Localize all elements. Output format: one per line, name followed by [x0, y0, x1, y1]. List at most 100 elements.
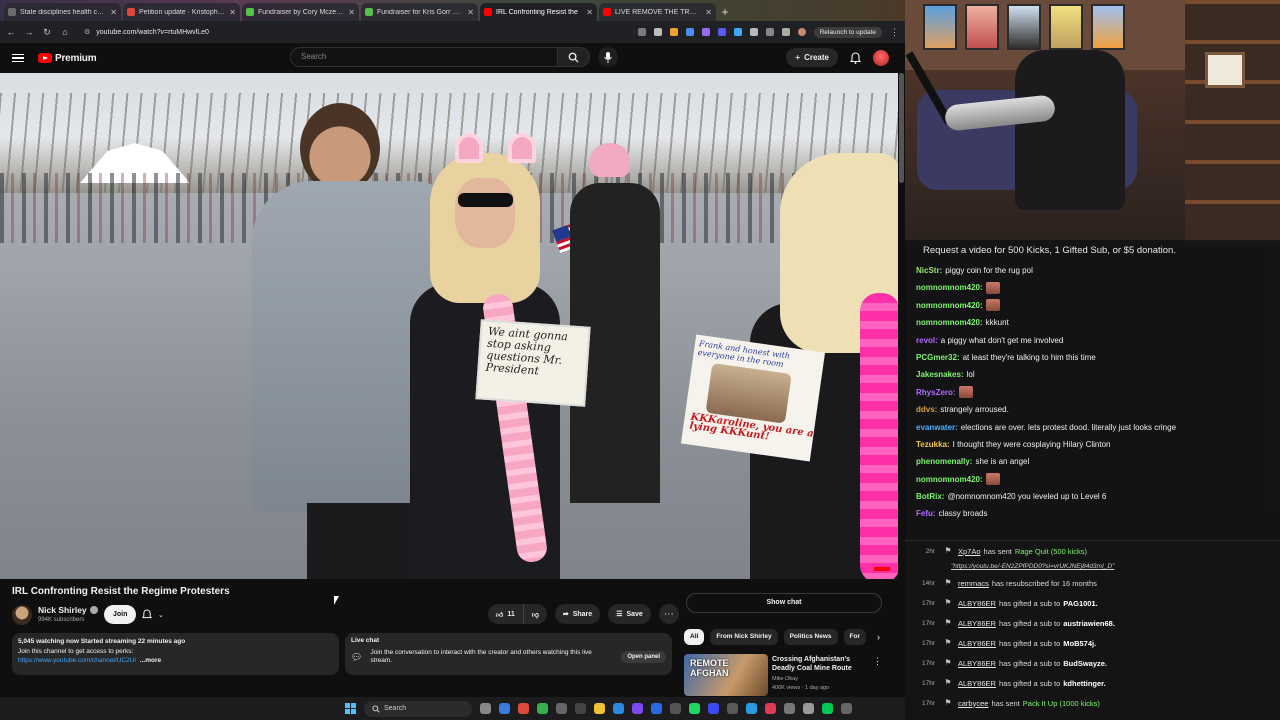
event-link[interactable]: "https://youtu.be/-EN2ZPfPDD0?si=vrUKJNE…: [913, 561, 1280, 573]
chat-username[interactable]: nomnomnom420:: [916, 314, 983, 331]
account-avatar[interactable]: [873, 49, 889, 66]
join-button[interactable]: Join: [104, 605, 137, 624]
app-icon[interactable]: [556, 703, 567, 714]
app-icon[interactable]: [746, 703, 757, 714]
open-panel-button[interactable]: Open panel: [621, 651, 666, 663]
bookmark-star-icon[interactable]: [653, 28, 662, 36]
channel-name[interactable]: Nick Shirley: [38, 605, 87, 615]
event-username[interactable]: carbycee: [958, 699, 988, 708]
notifications-bell-icon[interactable]: [850, 51, 861, 64]
search-input[interactable]: Search: [290, 47, 558, 67]
app-icon[interactable]: [727, 703, 738, 714]
event-username[interactable]: Xp7Ao: [958, 547, 981, 556]
close-tab-icon[interactable]: ✕: [705, 8, 712, 17]
chat-username[interactable]: nomnomnom420:: [916, 471, 983, 488]
chat-username[interactable]: Jakesnakes:: [916, 366, 964, 383]
close-tab-icon[interactable]: ✕: [348, 8, 355, 17]
event-username[interactable]: ALBY86ER: [958, 679, 996, 688]
youtube-logo[interactable]: Premium: [38, 53, 97, 64]
chrome-icon[interactable]: [518, 703, 529, 714]
downloads-icon[interactable]: [781, 28, 790, 36]
browser-tab[interactable]: Fundraiser by Cory Mczenna : ✕: [242, 3, 359, 21]
event-username[interactable]: ALBY86ER: [958, 659, 996, 668]
close-tab-icon[interactable]: ✕: [110, 8, 117, 17]
kebab-menu-icon[interactable]: ⋮: [873, 656, 882, 667]
app-icon[interactable]: [803, 703, 814, 714]
chat-username[interactable]: NicStr:: [916, 262, 942, 279]
chat-username[interactable]: BotRix:: [916, 488, 944, 505]
show-more-button[interactable]: ...more: [140, 657, 161, 664]
event-username[interactable]: ALBY86ER: [958, 599, 996, 608]
close-tab-icon[interactable]: ✕: [586, 8, 593, 17]
app-icon[interactable]: [765, 703, 776, 714]
extension-icon[interactable]: [669, 28, 678, 36]
filter-chip[interactable]: Politics News: [783, 629, 838, 645]
chat-username[interactable]: phenomenally:: [916, 453, 972, 470]
close-tab-icon[interactable]: ✕: [229, 8, 236, 17]
event-target[interactable]: BudSwayze.: [1063, 659, 1107, 668]
cast-icon[interactable]: [637, 28, 646, 36]
filter-chip[interactable]: From Nick Shirley: [710, 629, 778, 645]
recommended-channel[interactable]: Mike Okay: [772, 676, 798, 682]
browser-tab[interactable]: IRL Confronting Resist the ✕: [480, 3, 597, 21]
browser-tab[interactable]: State disciplines health care pr ✕: [4, 3, 121, 21]
reload-icon[interactable]: ↻: [42, 27, 52, 38]
edge-icon[interactable]: [499, 703, 510, 714]
extension-icon[interactable]: [701, 28, 710, 36]
share-button[interactable]: ➦ Share: [554, 604, 601, 624]
chat-username[interactable]: nomnomnom420:: [916, 279, 983, 296]
search-button[interactable]: [558, 47, 590, 67]
event-target[interactable]: MoB574j.: [1063, 639, 1096, 648]
chat-username[interactable]: PCGmer32:: [916, 349, 960, 366]
spotify-icon[interactable]: [689, 703, 700, 714]
app-icon[interactable]: [708, 703, 719, 714]
save-button[interactable]: ☰ Save: [608, 604, 651, 624]
profile-avatar[interactable]: [797, 28, 806, 36]
chat-username[interactable]: Fefu:: [916, 505, 936, 522]
forward-icon[interactable]: →: [24, 27, 34, 37]
close-tab-icon[interactable]: ✕: [467, 8, 474, 17]
filter-chip[interactable]: For: [843, 629, 866, 645]
description-box[interactable]: 5,045 watching now Started streaming 22 …: [12, 633, 339, 675]
site-info-icon[interactable]: ⚙: [84, 28, 90, 36]
back-icon[interactable]: ←: [6, 27, 16, 37]
extension-icon[interactable]: [733, 28, 742, 36]
app-icon[interactable]: [841, 703, 852, 714]
windows-start-icon[interactable]: [345, 703, 356, 714]
recommended-video[interactable]: REMOTE AFGHAN Crossing Afghanistan's Dea…: [684, 654, 884, 696]
home-icon[interactable]: ⌂: [60, 27, 70, 37]
browser-tab[interactable]: Fundraiser for Kris Gorr by Kel ✕: [361, 3, 478, 21]
chat-username[interactable]: ddvs:: [916, 401, 937, 418]
browser-tab[interactable]: Petition update · Kristopher's ✕: [123, 3, 240, 21]
event-username[interactable]: ALBY86ER: [958, 639, 996, 648]
chat-username[interactable]: RhysZero:: [916, 384, 956, 401]
app-icon[interactable]: [651, 703, 662, 714]
extension-icon[interactable]: [685, 28, 694, 36]
app-icon[interactable]: [670, 703, 681, 714]
event-username[interactable]: ALBY86ER: [958, 619, 996, 628]
obs-icon[interactable]: [632, 703, 643, 714]
new-tab-icon[interactable]: +: [718, 5, 732, 19]
chrome-icon[interactable]: [537, 703, 548, 714]
menu-icon[interactable]: [12, 53, 24, 63]
chevron-right-icon[interactable]: ›: [877, 632, 880, 642]
event-target[interactable]: kdhettinger.: [1063, 679, 1106, 688]
browser-tab[interactable]: LIVE REMOVE THE TRUMP REG ✕: [599, 3, 716, 21]
dislike-button[interactable]: 👎︎: [523, 604, 547, 624]
extensions-puzzle-icon[interactable]: [749, 28, 758, 36]
video-player[interactable]: We aint gonna stop asking questions Mr. …: [0, 73, 898, 579]
extension-icon[interactable]: [717, 28, 726, 36]
show-chat-button[interactable]: Show chat: [686, 593, 882, 613]
filter-chip[interactable]: All: [684, 629, 705, 645]
chat-username[interactable]: nomnomnom420:: [916, 297, 983, 314]
app-icon[interactable]: [575, 703, 586, 714]
chat-username[interactable]: Tezukka:: [916, 436, 950, 453]
channel-name-wrap[interactable]: Nick Shirley: [38, 605, 98, 615]
channel-avatar[interactable]: [12, 605, 32, 625]
task-view-icon[interactable]: [480, 703, 491, 714]
taskbar-search[interactable]: Search: [364, 700, 472, 717]
voice-search-button[interactable]: [598, 47, 618, 67]
recommended-thumbnail[interactable]: REMOTE AFGHAN: [684, 654, 768, 696]
url-text[interactable]: youtube.com/watch?v=rtuMHwvlLe0: [96, 29, 209, 36]
app-icon[interactable]: [784, 703, 795, 714]
